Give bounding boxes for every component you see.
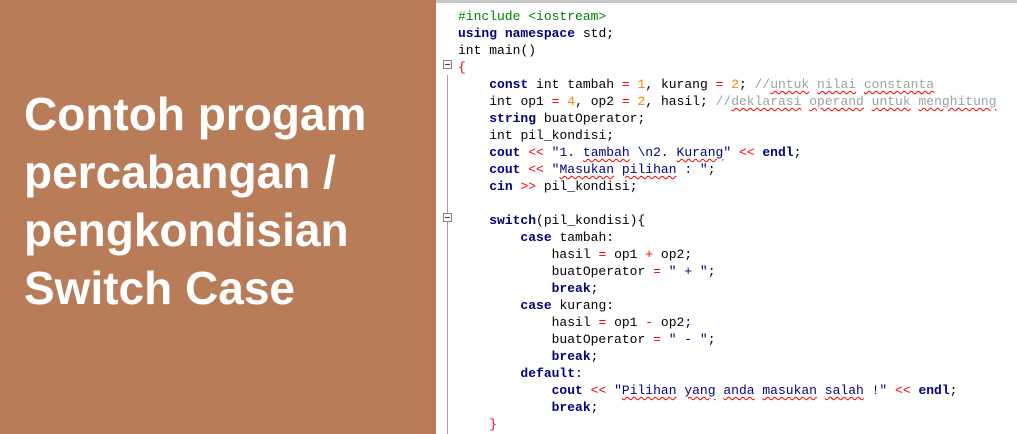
slide-title: Contoh progam percabangan / pengkondisia… [24,85,436,317]
code-line[interactable]: using namespace std; [458,25,997,42]
code-line[interactable]: { [458,59,997,76]
title-line-2: percabangan / [24,146,336,198]
code-line[interactable]: break; [458,280,997,297]
code-line[interactable]: #include <iostream> [458,8,997,25]
code-line[interactable]: string buatOperator; [458,110,997,127]
code-line[interactable] [458,195,997,212]
title-panel: Contoh progam percabangan / pengkondisia… [0,0,436,434]
code-line[interactable]: hasil = op1 + op2; [458,246,997,263]
fold-collapse-icon[interactable] [443,60,452,69]
code-line[interactable]: } [458,416,997,433]
title-line-4: Switch Case [24,262,295,314]
slide: Contoh progam percabangan / pengkondisia… [0,0,1017,434]
code-line[interactable]: cout << "1. tambah \n2. Kurang" << endl; [458,144,997,161]
code-line[interactable]: break; [458,399,997,416]
code-line[interactable]: int main() [458,42,997,59]
code-line[interactable]: break; [458,348,997,365]
code-line[interactable]: cout << "Pilihan yang anda masukan salah… [458,382,997,399]
code-lines[interactable]: #include <iostream> using namespace std; i… [458,8,997,433]
code-line[interactable]: default: [458,365,997,382]
code-line[interactable]: cout << "Masukan pilihan : "; [458,161,997,178]
title-line-1: Contoh progam [24,88,367,140]
code-line[interactable]: hasil = op1 - op2; [458,314,997,331]
fold-gutter [436,3,452,434]
code-line[interactable]: buatOperator = " + "; [458,263,997,280]
code-line[interactable]: buatOperator = " - "; [458,331,997,348]
code-line[interactable]: case tambah: [458,229,997,246]
fold-guide-line [447,75,448,434]
code-line[interactable]: switch(pil_kondisi){ [458,212,997,229]
code-line[interactable]: cin >> pil_kondisi; [458,178,997,195]
code-line[interactable]: case kurang: [458,297,997,314]
code-editor[interactable]: #include <iostream> using namespace std; i… [436,0,1017,434]
code-line[interactable]: int pil_kondisi; [458,127,997,144]
code-line[interactable]: int op1 = 4, op2 = 2, hasil; //deklarasi… [458,93,996,110]
title-line-3: pengkondisian [24,204,349,256]
fold-collapse-icon[interactable] [443,213,452,222]
code-line[interactable]: const int tambah = 1, kurang = 2; //untu… [458,76,997,93]
